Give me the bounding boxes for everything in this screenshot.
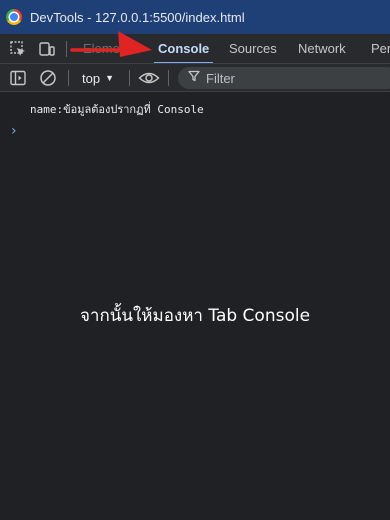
console-toolbar: top ▼	[0, 64, 390, 92]
chevron-down-icon: ▼	[105, 73, 114, 83]
inspect-element-icon[interactable]	[9, 40, 27, 58]
context-selector[interactable]: top ▼	[82, 68, 114, 88]
tab-network[interactable]: Network	[298, 34, 346, 63]
instruction-caption: จากนั้นให้มองหา Tab Console	[79, 306, 311, 326]
chrome-icon	[6, 9, 22, 25]
context-label: top	[82, 70, 101, 86]
devtools-tab-bar: Element Console Sources Network Per	[0, 34, 390, 64]
toolbar-divider	[68, 70, 69, 86]
tab-console[interactable]: Console	[153, 34, 214, 63]
window-title: DevTools - 127.0.0.1:5500/index.html	[30, 9, 245, 25]
console-output[interactable]: name:ข้อมูลต้องปรากฏที่ Console › จากนั้…	[0, 92, 390, 520]
console-log-message: name:ข้อมูลต้องปรากฏที่ Console	[30, 103, 204, 116]
filter-input[interactable]	[206, 70, 376, 86]
eye-icon[interactable]	[138, 68, 160, 88]
tab-sources[interactable]: Sources	[229, 34, 277, 63]
filter-icon	[188, 69, 200, 87]
filter-field[interactable]	[178, 67, 390, 89]
device-toolbar-icon[interactable]	[38, 40, 56, 58]
sidebar-toggle-icon[interactable]	[9, 68, 27, 88]
toolbar-divider	[129, 70, 130, 86]
window-titlebar: DevTools - 127.0.0.1:5500/index.html	[0, 0, 390, 34]
tab-performance[interactable]: Per	[371, 34, 390, 63]
clear-console-icon[interactable]	[39, 68, 57, 88]
toolbar-divider	[66, 41, 67, 57]
toolbar-divider	[168, 70, 169, 86]
console-prompt-icon[interactable]: ›	[11, 123, 17, 139]
annotation-arrow	[70, 31, 152, 57]
